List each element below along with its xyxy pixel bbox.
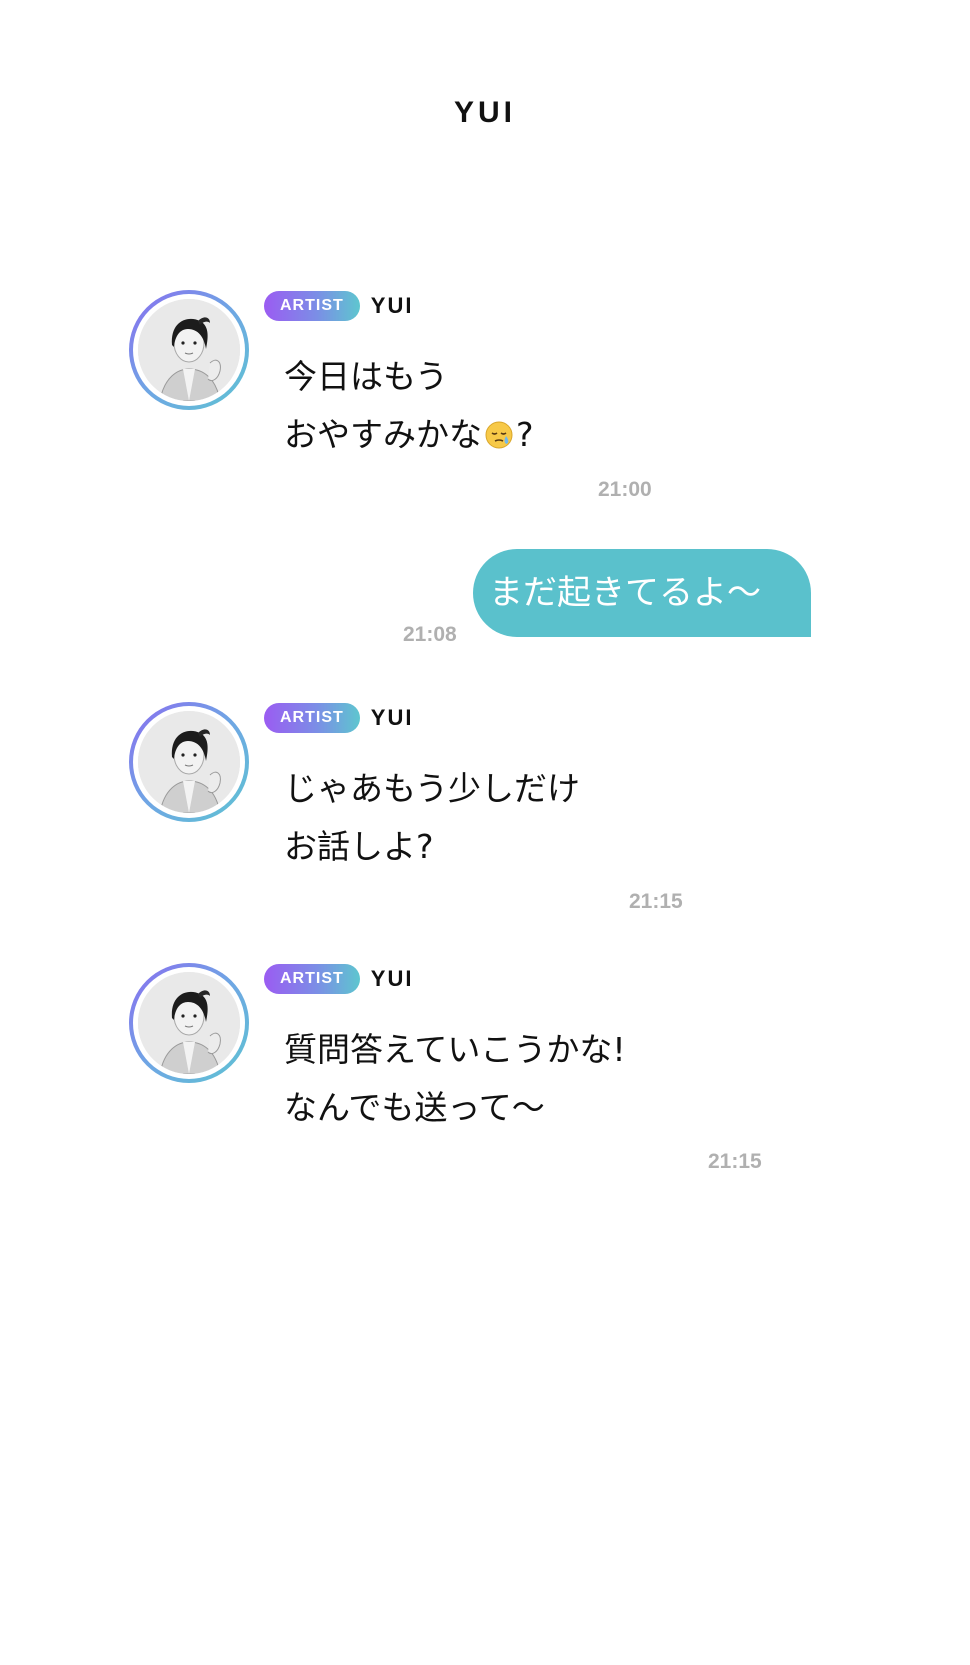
sender-row: ARTIST YUI <box>264 963 413 995</box>
sender-row: ARTIST YUI <box>264 702 413 734</box>
message-timestamp: 21:00 <box>598 478 652 501</box>
avatar[interactable] <box>129 702 249 822</box>
sender-name: YUI <box>370 705 414 730</box>
message-line: お話しよ? <box>284 827 434 866</box>
chat-area[interactable]: ARTIST YUI 今日はもう おやすみかな ? 21:00 21:08 まだ… <box>0 0 970 1665</box>
sender-name: YUI <box>370 966 414 991</box>
avatar-photo <box>138 299 240 401</box>
user-message-bubble[interactable]: まだ起きてるよ〜 <box>473 549 811 637</box>
avatar-photo <box>138 711 240 813</box>
avatar[interactable] <box>129 963 249 1083</box>
message-timestamp: 21:15 <box>708 1150 762 1173</box>
message-text: 質問答えていこうかな! なんでも送って〜 <box>284 1021 626 1137</box>
message-line: じゃあもう少しだけ <box>284 769 581 808</box>
artist-badge: ARTIST <box>264 703 360 733</box>
message-text: まだ起きてるよ〜 <box>489 573 761 613</box>
message-text: 今日はもう おやすみかな ? <box>284 348 534 464</box>
message-line: おやすみかな ? <box>284 415 534 454</box>
message-timestamp: 21:08 <box>403 623 457 646</box>
message-line: 今日はもう <box>284 357 449 396</box>
sender-row: ARTIST YUI <box>264 290 413 322</box>
sleepy-face-icon <box>484 420 514 450</box>
avatar[interactable] <box>129 290 249 410</box>
sender-name: YUI <box>370 293 414 318</box>
message-line: なんでも送って〜 <box>284 1088 545 1127</box>
message-timestamp: 21:15 <box>629 890 683 913</box>
artist-badge: ARTIST <box>264 291 360 321</box>
message-line: 質問答えていこうかな! <box>284 1030 626 1069</box>
artist-badge: ARTIST <box>264 964 360 994</box>
avatar-photo <box>138 972 240 1074</box>
message-text: じゃあもう少しだけ お話しよ? <box>284 760 580 876</box>
